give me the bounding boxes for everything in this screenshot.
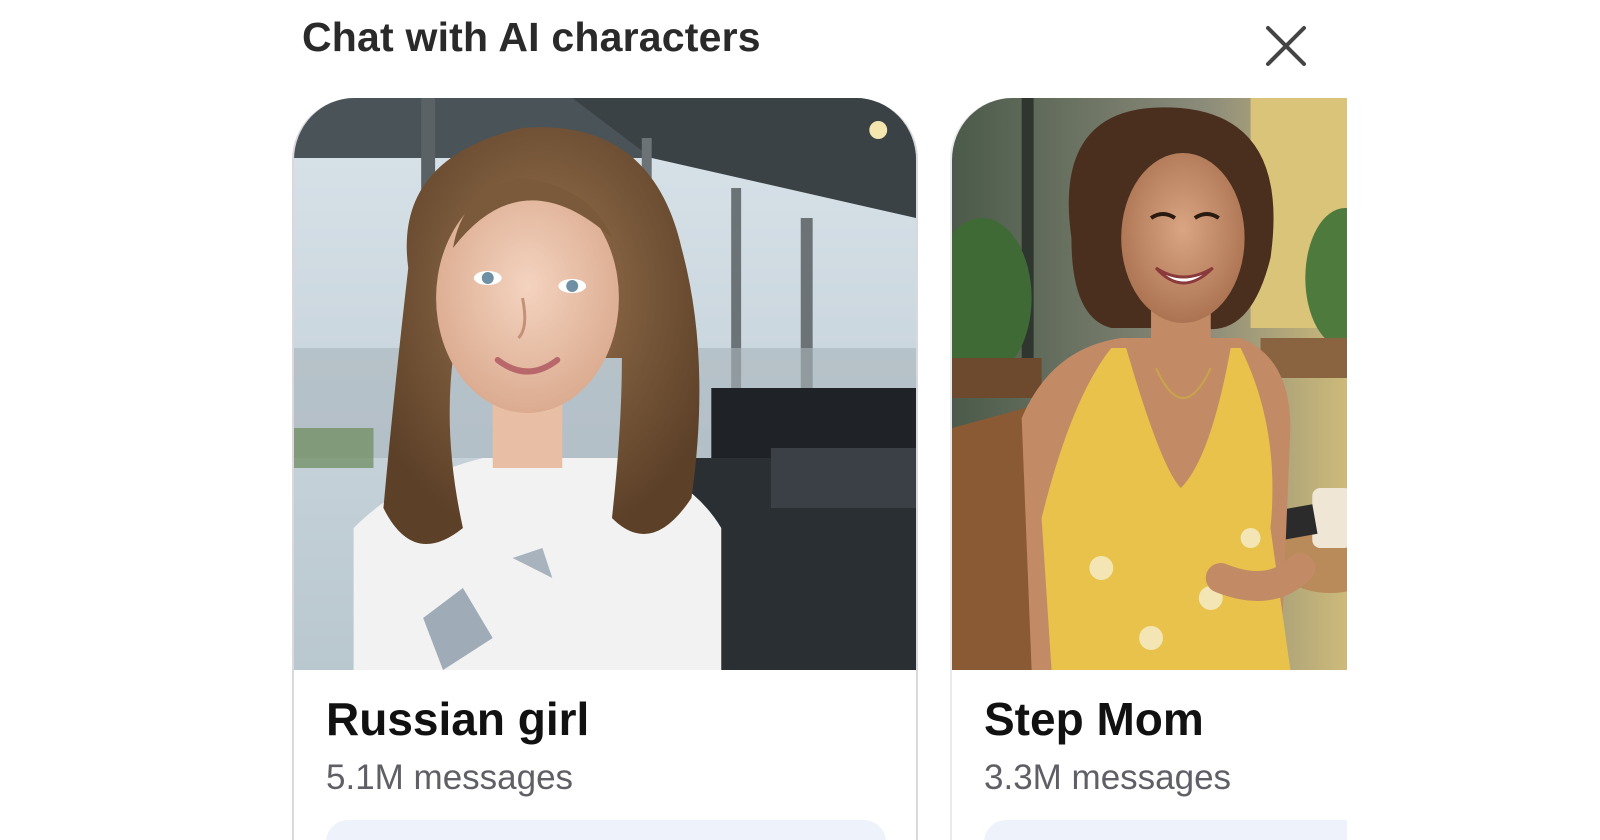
character-card[interactable]: Step Mom 3.3M messages (950, 98, 1347, 840)
character-photo (952, 98, 1347, 670)
chat-button[interactable] (984, 820, 1347, 840)
close-icon (1266, 26, 1306, 66)
character-card[interactable]: Russian girl 5.1M messages (292, 98, 918, 840)
character-photo (294, 98, 916, 670)
message-count: 5.1M messages (326, 758, 574, 797)
character-carousel[interactable]: Russian girl 5.1M messages Step Mom 3.3M… (292, 98, 1347, 840)
message-count: 3.3M messages (984, 758, 1232, 797)
character-name: Russian girl (326, 693, 590, 745)
character-name: Step Mom (984, 693, 1204, 745)
chat-characters-modal: Chat with AI characters Russian girl 5.1… (0, 0, 1600, 840)
page-title: Chat with AI characters (302, 14, 761, 60)
chat-button[interactable] (326, 820, 886, 840)
close-button[interactable] (1262, 22, 1310, 70)
